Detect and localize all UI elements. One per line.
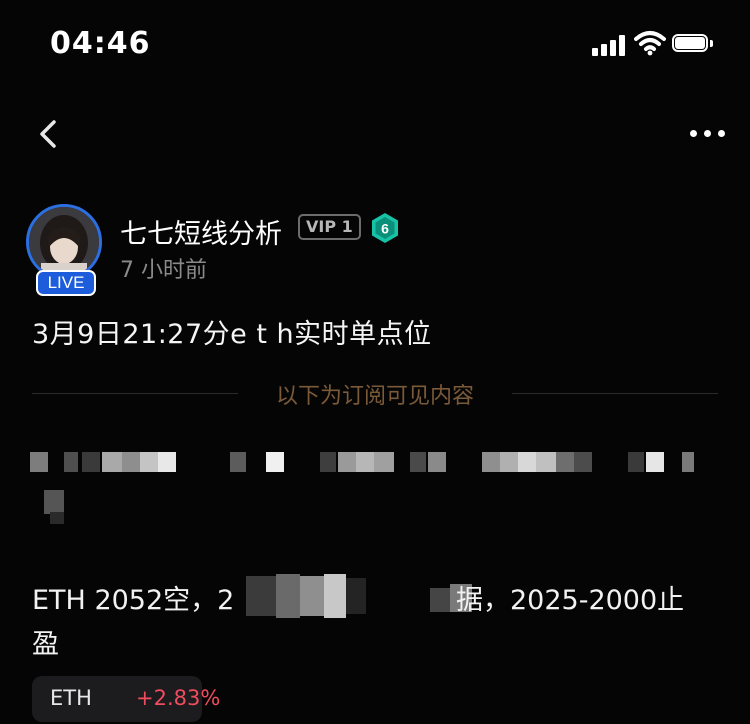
avatar [26, 204, 102, 280]
subscription-notice: 以下为订阅可见内容 [275, 384, 474, 409]
back-button[interactable] [30, 112, 70, 156]
more-dots-icon [690, 130, 697, 137]
post-body-line-2: 盈 [32, 629, 59, 660]
divider-left [32, 393, 238, 394]
post-timestamp: 7 小时前 [120, 258, 207, 283]
live-badge: LIVE [36, 270, 96, 296]
author-name[interactable]: 七七短线分析 [120, 212, 282, 251]
more-options-button[interactable] [680, 116, 736, 152]
author-avatar[interactable]: LIVE [22, 200, 106, 296]
post-body-prefix: ETH 2052空，2 [32, 585, 235, 616]
level-number: 6 [381, 221, 389, 237]
wifi-icon [634, 31, 666, 56]
cellular-signal-icon [592, 34, 628, 56]
hexagon-level-icon: 6 [370, 212, 400, 244]
avatar-portrait [29, 207, 99, 277]
post-body-suffix: 据，2025-2000止 [456, 585, 685, 616]
ticker-symbol: ETH [50, 686, 92, 710]
post-title: 3月9日21:27分e t h实时单点位 [32, 319, 432, 350]
status-bar: 04:46 [0, 0, 750, 90]
post-body-line-1: ETH 2052空，2 [32, 578, 234, 617]
blurred-content [30, 448, 710, 528]
battery-icon [672, 34, 714, 54]
vip-badge: VIP 1 [298, 214, 361, 240]
ticker-chip-eth[interactable]: ETH +2.83% [32, 676, 220, 722]
chevron-left-icon [40, 120, 56, 148]
status-time: 04:46 [50, 26, 151, 61]
divider-right [512, 393, 718, 394]
ticker-change: +2.83% [136, 686, 221, 710]
